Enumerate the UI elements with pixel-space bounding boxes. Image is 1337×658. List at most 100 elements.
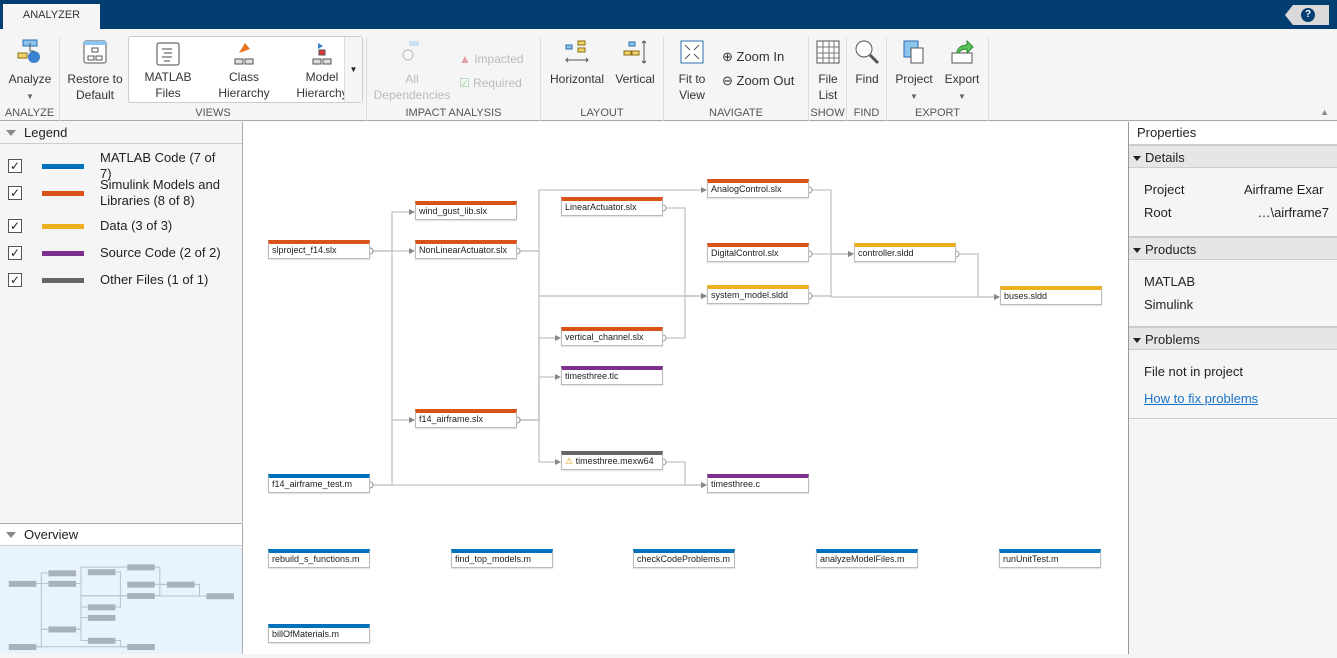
required-button[interactable]: ☑ Required (459, 75, 522, 91)
legend-checkbox[interactable]: ✓ (8, 159, 22, 173)
node-label: runUnitTest.m (1003, 554, 1059, 564)
gallery-expand-button[interactable]: ▼ (344, 37, 362, 102)
required-icon: ☑ (459, 76, 473, 90)
overview-panel: Overview (0, 523, 243, 654)
graph-node[interactable]: wind_gust_lib.slx (415, 201, 517, 220)
products-section-header[interactable]: Products (1129, 236, 1337, 260)
dependency-graph[interactable]: slproject_f14.slx wind_gust_lib.slx NonLin… (243, 122, 1128, 654)
impacted-button[interactable]: ▲ Impacted (459, 51, 524, 67)
group-label: SHOW (809, 107, 846, 119)
dependency-edge[interactable] (809, 254, 849, 296)
node-label: timesthree.tlc (565, 371, 619, 381)
group-label: LAYOUT (541, 107, 663, 119)
overview-edge (115, 572, 127, 596)
graph-node[interactable]: LinearActuator.slx (561, 197, 663, 216)
dependency-edge[interactable] (663, 296, 702, 338)
horizontal-layout-button[interactable]: Horizontal (547, 39, 607, 87)
node-label: NonLinearActuator.slx (419, 245, 507, 255)
overview-node (88, 638, 116, 644)
graph-node[interactable]: slproject_f14.slx (268, 240, 370, 259)
legend-checkbox[interactable]: ✓ (8, 219, 22, 233)
horizontal-layout-icon (564, 39, 590, 65)
model-hierarchy-icon (309, 41, 335, 67)
export-button[interactable]: Export▼ (939, 39, 985, 105)
find-button[interactable]: Find (849, 39, 885, 87)
node-label: billOfMaterials.m (272, 629, 339, 639)
title-bar: ANALYZER ? (0, 0, 1337, 29)
node-label: analyzeModelFiles.m (820, 554, 905, 564)
dependency-edge[interactable] (517, 251, 702, 296)
matlab-files-view[interactable]: MATLAB Files (133, 41, 203, 101)
dependency-edge[interactable] (663, 462, 702, 485)
graph-node[interactable]: timesthree.c (707, 474, 809, 493)
collapse-toolstrip-icon[interactable]: ▲ (1320, 107, 1329, 117)
overview-node (9, 644, 37, 650)
graph-node[interactable]: analyzeModelFiles.m (816, 549, 918, 568)
details-section-header[interactable]: Details (1129, 144, 1337, 168)
restore-default-button[interactable]: Restore to Default (64, 39, 126, 103)
file-list-button[interactable]: File List (811, 39, 845, 103)
group-navigate: Fit to View ⊕ Zoom In ⊖ Zoom Out NAVIGAT… (664, 37, 809, 121)
legend-label: Data (3 of 3) (100, 218, 230, 234)
all-dependencies-icon (399, 39, 425, 65)
group-show: File List SHOW (809, 37, 847, 121)
dependency-edge[interactable] (517, 338, 556, 420)
graph-node[interactable]: billOfMaterials.m (268, 624, 370, 643)
dependency-edge[interactable] (809, 190, 849, 254)
dependency-edge[interactable] (956, 254, 995, 297)
graph-node[interactable]: f14_airframe_test.m (268, 474, 370, 493)
zoom-out-icon: ⊖ (722, 73, 737, 88)
zoom-out-button[interactable]: ⊖ Zoom Out (722, 73, 794, 89)
all-dependencies-button[interactable]: All Dependencies (373, 39, 451, 103)
zoom-in-button[interactable]: ⊕ Zoom In (722, 49, 784, 65)
graph-node[interactable]: f14_airframe.slx (415, 409, 517, 428)
legend-checkbox[interactable]: ✓ (8, 186, 22, 200)
vertical-layout-button[interactable]: Vertical (609, 39, 661, 87)
legend-swatch (42, 251, 84, 256)
legend-checkbox[interactable]: ✓ (8, 273, 22, 287)
tab-analyzer[interactable]: ANALYZER (3, 4, 100, 29)
legend-label: Other Files (1 of 1) (100, 272, 230, 288)
overview-node (88, 615, 116, 621)
graph-node[interactable]: DigitalControl.slx (707, 243, 809, 262)
dependency-edge[interactable] (517, 296, 702, 420)
graph-node[interactable]: find_top_models.m (451, 549, 553, 568)
graph-node[interactable]: buses.sldd (1000, 286, 1102, 305)
graph-node[interactable]: runUnitTest.m (999, 549, 1101, 568)
properties-title: Properties (1129, 122, 1337, 144)
graph-node[interactable]: NonLinearActuator.slx (415, 240, 517, 259)
project-icon (901, 39, 927, 65)
graph-node[interactable]: controller.sldd (854, 243, 956, 262)
dependency-edge[interactable] (663, 208, 702, 296)
overview-edge (36, 584, 48, 630)
dependency-edge[interactable] (370, 251, 410, 420)
fit-to-view-button[interactable]: Fit to View (668, 39, 716, 103)
graph-node[interactable]: vertical_channel.slx (561, 327, 663, 346)
dependency-edge[interactable] (370, 212, 410, 251)
class-hierarchy-view[interactable]: Class Hierarchy (205, 41, 283, 101)
graph-node[interactable]: checkCodeProblems.m (633, 549, 735, 568)
legend-label: Simulink Models and Libraries (8 of 8) (100, 177, 230, 209)
graph-node[interactable]: rebuild_s_functions.m (268, 549, 370, 568)
dependency-edge[interactable] (517, 420, 556, 462)
dependency-edge[interactable] (370, 420, 410, 485)
how-to-fix-link[interactable]: How to fix problems (1129, 391, 1337, 406)
dependency-edge[interactable] (517, 377, 556, 420)
graph-node[interactable]: system_model.sldd (707, 285, 809, 304)
dependency-edge[interactable] (809, 296, 995, 297)
overview-node (48, 581, 76, 587)
overview-header[interactable]: Overview (0, 524, 242, 546)
graph-node[interactable]: ⚠ timesthree.mexw64 (561, 451, 663, 470)
legend-header[interactable]: Legend (0, 122, 242, 144)
overview-canvas[interactable] (0, 547, 242, 654)
product-item: Simulink (1129, 293, 1337, 316)
graph-node[interactable]: AnalogControl.slx (707, 179, 809, 198)
node-label: timesthree.c (711, 479, 760, 489)
project-button[interactable]: Project▼ (891, 39, 937, 105)
graph-node[interactable]: timesthree.tlc (561, 366, 663, 385)
legend-checkbox[interactable]: ✓ (8, 246, 22, 260)
overview-node (127, 564, 155, 570)
help-button[interactable]: ? (1285, 5, 1329, 25)
problems-section-header[interactable]: Problems (1129, 326, 1337, 350)
analyze-button[interactable]: Analyze▼ (4, 39, 56, 105)
